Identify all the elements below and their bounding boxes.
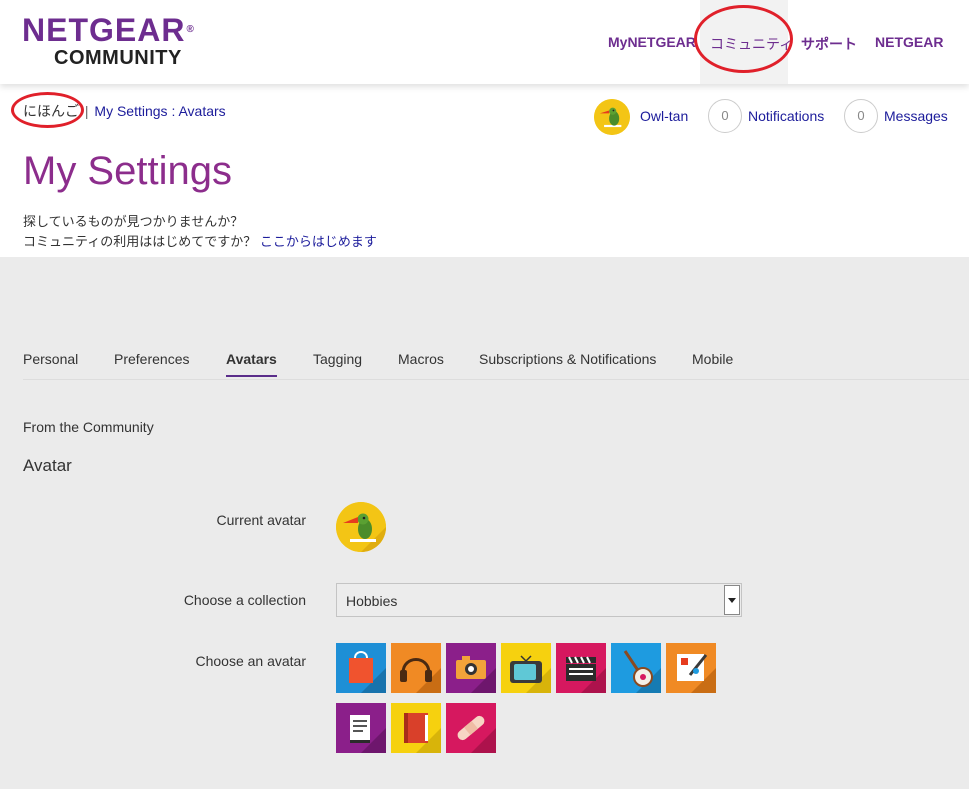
dropdown-arrow-icon[interactable] (724, 585, 740, 615)
nav-mynetgear[interactable]: MyNETGEAR (608, 34, 696, 50)
messages-count[interactable]: 0 (844, 99, 878, 133)
breadcrumb-separator: : (171, 103, 176, 119)
toucan-icon (594, 99, 630, 135)
collection-select[interactable]: Hobbies (336, 583, 742, 617)
user-avatar[interactable] (594, 99, 630, 135)
avatar-option-shopping-bag[interactable] (336, 643, 386, 693)
nav-netgear[interactable]: NETGEAR (875, 34, 943, 50)
page-title: My Settings (23, 149, 232, 193)
painting-icon (666, 643, 716, 693)
breadcrumb-separator: | (84, 103, 89, 119)
logo-community-text: COMMUNITY (54, 47, 182, 69)
bandage-icon (446, 703, 496, 753)
tab-personal[interactable]: Personal (23, 351, 78, 375)
toucan-icon (336, 502, 386, 552)
logo-netgear-text: NETGEAR (22, 12, 186, 48)
avatar-option-document[interactable] (336, 703, 386, 753)
television-icon (501, 643, 551, 693)
avatar-option-bandage[interactable] (446, 703, 496, 753)
avatar-option-television[interactable] (501, 643, 551, 693)
banjo-icon (611, 643, 661, 693)
headphones-icon (391, 643, 441, 693)
messages-link[interactable]: Messages (884, 108, 948, 124)
book-icon (391, 703, 441, 753)
tab-tagging[interactable]: Tagging (313, 351, 362, 375)
username-link[interactable]: Owl-tan (640, 108, 688, 124)
collection-selected-value: Hobbies (346, 593, 398, 609)
help-text-prefix: コミュニティの利用ははじめてですか？ (23, 234, 257, 249)
camera-icon (446, 643, 496, 693)
document-icon (336, 703, 386, 753)
shopping-bag-icon (336, 643, 386, 693)
nav-community[interactable]: コミュニティ (710, 34, 793, 54)
avatar-option-banjo[interactable] (611, 643, 661, 693)
clapperboard-icon (556, 643, 606, 693)
avatar-option-painting[interactable] (666, 643, 716, 693)
section-label: From the Community (23, 419, 154, 435)
language-selector[interactable]: にほんご (23, 103, 79, 119)
tab-preferences[interactable]: Preferences (114, 351, 189, 375)
help-text-line2: コミュニティの利用ははじめてですか？ ここからはじめます (23, 231, 377, 250)
tab-subscriptions-notifications[interactable]: Subscriptions & Notifications (479, 351, 656, 375)
breadcrumb: にほんご | My Settings : Avatars (23, 101, 226, 121)
notifications-link[interactable]: Notifications (748, 108, 824, 124)
current-avatar-image (336, 502, 386, 552)
avatar-option-camera[interactable] (446, 643, 496, 693)
current-avatar-label: Current avatar (216, 512, 306, 528)
collection-label: Choose a collection (183, 592, 306, 608)
tab-macros[interactable]: Macros (398, 351, 444, 375)
notifications-count[interactable]: 0 (708, 99, 742, 133)
settings-tabs: Personal Preferences Avatars Tagging Mac… (23, 351, 969, 380)
section-title: Avatar (23, 456, 72, 475)
getting-started-link[interactable]: ここからはじめます (260, 234, 377, 249)
choose-avatar-label: Choose an avatar (195, 653, 306, 669)
help-text-line1: 探しているものが見つかりませんか？ (23, 214, 244, 229)
avatar-option-clapperboard[interactable] (556, 643, 606, 693)
registered-mark: ® (186, 24, 195, 35)
tab-mobile[interactable]: Mobile (692, 351, 733, 375)
breadcrumb-my-settings[interactable]: My Settings (94, 103, 167, 119)
site-header: NETGEAR® COMMUNITY MyNETGEAR コミュニティ サポート… (0, 0, 969, 84)
avatar-option-headphones[interactable] (391, 643, 441, 693)
breadcrumb-avatars[interactable]: Avatars (178, 103, 225, 119)
netgear-community-logo[interactable]: NETGEAR® COMMUNITY (22, 14, 195, 70)
avatar-option-book[interactable] (391, 703, 441, 753)
nav-support[interactable]: サポート (801, 34, 857, 54)
tab-avatars[interactable]: Avatars (226, 351, 277, 377)
